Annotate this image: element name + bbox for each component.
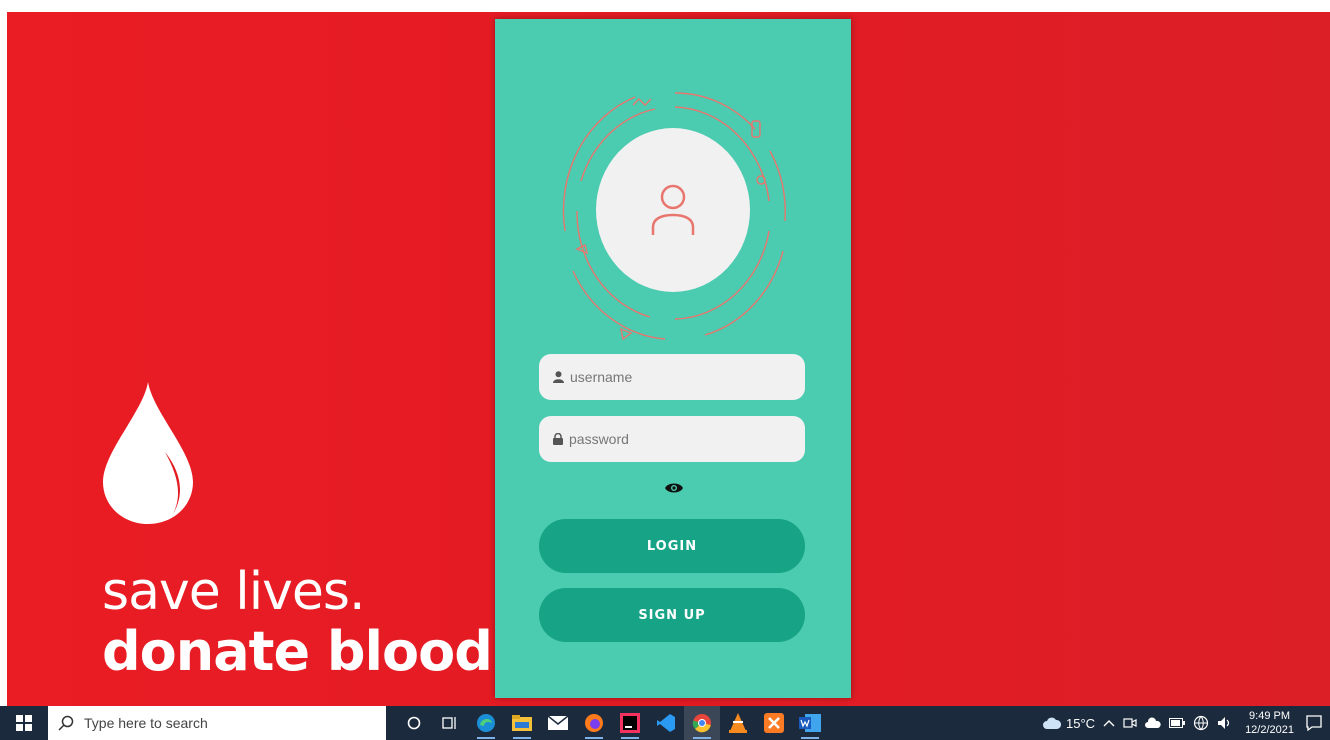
cortana-icon[interactable] [396,706,432,740]
clock-time: 9:49 PM [1249,710,1291,722]
taskbar-apps [396,706,828,740]
cloud-sync-icon[interactable] [1145,717,1161,729]
tagline: save lives. donate blood. [102,562,512,683]
password-input[interactable] [569,431,789,447]
windows-icon [16,715,32,731]
clock-date: 12/2/2021 [1245,724,1294,736]
taskbar-search[interactable]: Type here to search [48,706,386,740]
vlc-icon[interactable] [720,706,756,740]
login-card: LOGIN SIGN UP [495,19,851,698]
user-icon [553,371,564,383]
meet-now-icon[interactable] [1123,716,1137,730]
password-field[interactable] [539,416,805,462]
task-view-icon[interactable] [432,706,468,740]
weather-temp: 15°C [1066,715,1096,731]
login-button[interactable]: LOGIN [539,519,805,573]
firefox-icon[interactable] [576,706,612,740]
user-icon [651,184,695,235]
blood-drop-logo [103,382,193,524]
tagline-line1: save lives. [102,562,366,622]
intellij-icon[interactable] [612,706,648,740]
start-button[interactable] [0,706,48,740]
xampp-icon[interactable] [756,706,792,740]
desktop-screen: save lives. donate blood. username LOGIN… [7,12,1330,706]
weather-widget[interactable]: 15°C [1043,716,1095,731]
notification-icon[interactable] [1306,715,1322,731]
username-input[interactable] [570,369,790,385]
search-placeholder: Type here to search [84,715,208,731]
word-icon[interactable] [792,706,828,740]
lock-icon [553,433,563,445]
avatar [596,128,750,292]
battery-icon[interactable] [1169,718,1186,728]
tagline-line2: donate blood. [102,620,512,683]
signup-button[interactable]: SIGN UP [539,588,805,642]
cloud-icon [1043,717,1062,729]
file-explorer-icon[interactable] [504,706,540,740]
network-icon[interactable] [1193,715,1209,731]
mail-icon[interactable] [540,706,576,740]
volume-icon[interactable] [1217,716,1233,730]
clock[interactable]: 9:49 PM 12/2/2021 [1245,709,1294,737]
edge-icon[interactable] [468,706,504,740]
eye-icon [665,483,683,493]
show-password-toggle[interactable] [663,479,685,497]
chevron-up-icon[interactable] [1103,719,1115,727]
chrome-icon[interactable] [684,706,720,740]
taskbar: Type here to search 15°C 9:49 PM 12/2/20… [0,706,1330,740]
vscode-icon[interactable] [648,706,684,740]
search-icon [58,715,74,731]
system-tray: 15°C 9:49 PM 12/2/2021 [1039,706,1330,740]
username-field[interactable] [539,354,805,400]
